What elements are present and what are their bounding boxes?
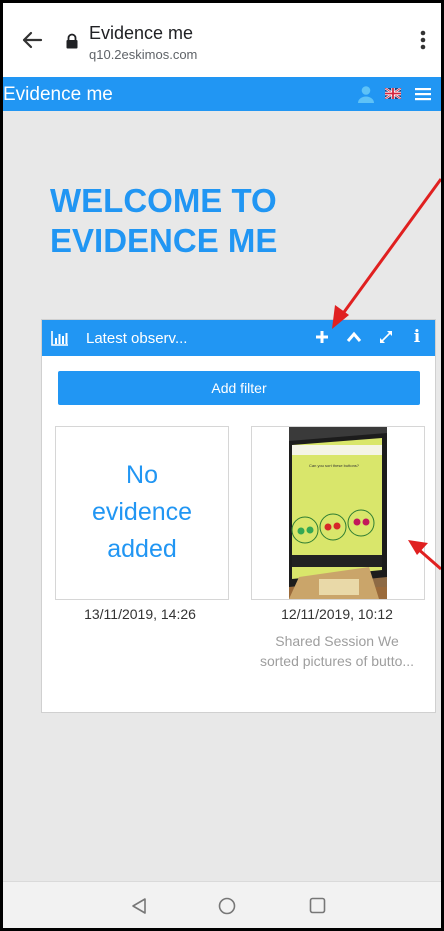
description-line: sorted pictures of butto... xyxy=(259,653,415,669)
hamburger-menu-icon[interactable] xyxy=(415,87,431,101)
chevron-up-icon[interactable] xyxy=(346,330,362,344)
nav-home-icon[interactable] xyxy=(218,897,236,915)
welcome-line-2: EVIDENCE ME xyxy=(50,222,278,259)
observation-description: Shared Session We sorted pictures of but… xyxy=(239,631,435,671)
url-text[interactable]: q10.2eskimos.com xyxy=(89,47,197,62)
kebab-menu-icon[interactable] xyxy=(411,25,435,55)
add-filter-button[interactable]: Add filter xyxy=(58,371,420,405)
widget-header: Latest observ... i xyxy=(42,320,435,356)
tab-title[interactable]: Evidence me xyxy=(89,23,193,44)
placeholder-line: No xyxy=(126,461,158,489)
observation-card[interactable]: Can you sort these buttons? xyxy=(251,426,425,600)
system-navigation-bar xyxy=(3,881,441,928)
arrow-left-icon[interactable] xyxy=(17,25,47,55)
widget-title: Latest observ... xyxy=(86,330,188,347)
phone-screen: Evidence me q10.2eskimos.com Evidence me xyxy=(3,3,441,928)
lock-icon xyxy=(66,33,78,49)
welcome-line-1: WELCOME TO xyxy=(50,182,277,219)
observation-card[interactable]: No evidence added xyxy=(55,426,229,600)
observation-date: 13/11/2019, 14:26 xyxy=(84,606,196,622)
observation-date: 12/11/2019, 10:12 xyxy=(281,606,393,622)
placeholder-line: evidence xyxy=(91,498,193,526)
user-icon[interactable] xyxy=(357,85,375,103)
observation-photo: Can you sort these buttons? xyxy=(289,427,387,599)
nav-recents-icon[interactable] xyxy=(309,897,326,914)
photo-caption: Can you sort these buttons? xyxy=(309,463,360,468)
bar-chart-icon xyxy=(51,331,68,346)
welcome-heading: WELCOME TO EVIDENCE ME xyxy=(50,181,350,261)
placeholder-line: added xyxy=(107,535,177,563)
description-line: Shared Session We xyxy=(275,633,399,649)
expand-icon[interactable] xyxy=(378,329,394,345)
browser-address-bar: Evidence me q10.2eskimos.com xyxy=(3,3,441,78)
latest-observations-widget: Latest observ... i Add filter No evidenc… xyxy=(41,319,436,713)
app-title[interactable]: Evidence me xyxy=(3,84,113,106)
nav-back-icon[interactable] xyxy=(131,897,147,915)
uk-flag-icon[interactable] xyxy=(385,88,401,99)
app-header: Evidence me xyxy=(3,77,441,111)
info-icon[interactable]: i xyxy=(410,327,424,347)
plus-icon[interactable] xyxy=(314,329,330,345)
no-evidence-placeholder: No evidence added xyxy=(56,457,228,568)
